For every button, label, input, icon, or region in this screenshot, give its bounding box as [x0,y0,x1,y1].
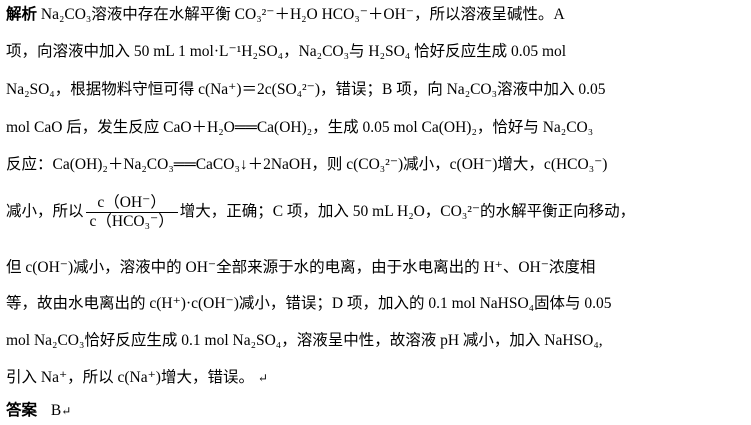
concentration-ratio-fraction: c（OH⁻） c（HCO₃⁻） [85,193,178,231]
analysis-line-4: mol CaO 后，发生反应 CaO＋H₂O══Ca(OH)₂，生成 0.05 … [6,118,747,138]
analysis-text: mol CaO 后，发生反应 CaO＋H₂O══Ca(OH)₂，生成 0.05 … [6,119,594,136]
fraction-denominator: c（HCO₃⁻） [85,211,178,231]
analysis-text: 项，向溶液中加入 50 mL 1 mol·L⁻¹H₂SO₄，Na₂CO₃与 H₂… [6,43,567,60]
analysis-line-3: Na₂SO₄，根据物料守恒可得 c(Na⁺)＝2c(SO₄²⁻)，错误；B 项，… [6,80,747,100]
analysis-line-9: mol Na₂CO₃恰好反应生成 0.1 mol Na₂SO₄，溶液呈中性，故溶… [6,331,747,351]
analysis-text: Na₂CO₃溶液中存在水解平衡 CO₃²⁻＋H₂O HCO₃⁻＋OH⁻，所以溶液… [40,6,565,23]
return-mark: ↵ [257,371,268,385]
analysis-line-1: 解析 Na₂CO₃溶液中存在水解平衡 CO₃²⁻＋H₂O HCO₃⁻＋OH⁻，所… [6,4,747,25]
solution-page: 解析 Na₂CO₃溶液中存在水解平衡 CO₃²⁻＋H₂O HCO₃⁻＋OH⁻，所… [0,0,751,425]
analysis-line-6: 减小，所以 c（OH⁻） c（HCO₃⁻） 增大，正确；C 项，加入 50 mL H₂… [6,192,747,232]
analysis-line-2: 项，向溶液中加入 50 mL 1 mol·L⁻¹H₂SO₄，Na₂CO₃与 H₂… [6,42,747,62]
analysis-text: 反应：Ca(OH)₂＋Na₂CO₃══CaCO₃↓＋2NaOH，则 c(CO₃²… [6,156,608,173]
analysis-text: 增大，正确；C 项，加入 50 mL H₂O，CO₃²⁻的水解平衡正向移动， [179,203,636,220]
analysis-heading: 解析 [6,5,38,23]
return-mark: ↵ [61,404,72,418]
analysis-line-10: 引入 Na⁺，所以 c(Na⁺)增大，错误。 ↵ [6,368,747,388]
analysis-text: mol Na₂CO₃恰好反应生成 0.1 mol Na₂SO₄，溶液呈中性，故溶… [6,332,603,349]
analysis-text: 减小，所以 [6,203,84,220]
answer-value: B [50,402,62,419]
analysis-text: Na₂SO₄，根据物料守恒可得 c(Na⁺)＝2c(SO₄²⁻)，错误；B 项，… [6,81,606,98]
analysis-line-5: 反应：Ca(OH)₂＋Na₂CO₃══CaCO₃↓＋2NaOH，则 c(CO₃²… [6,155,747,175]
analysis-line-7: 但 c(OH⁻)减小，溶液中的 OH⁻全部来源于水的电离，由于水电离出的 H⁺、… [6,258,747,278]
answer-heading: 答案 [6,401,38,419]
fraction-numerator: c（OH⁻） [97,193,166,211]
analysis-text: 等，故由水电离出的 c(H⁺)·c(OH⁻)减小，错误；D 项，加入的 0.1 … [6,295,612,312]
analysis-text: 引入 Na⁺，所以 c(Na⁺)增大，错误。 [6,369,254,386]
analysis-text: 但 c(OH⁻)减小，溶液中的 OH⁻全部来源于水的电离，由于水电离出的 H⁺、… [6,259,596,276]
analysis-line-8: 等，故由水电离出的 c(H⁺)·c(OH⁻)减小，错误；D 项，加入的 0.1 … [6,294,747,314]
answer-line: 答案 B↵ [6,400,747,421]
